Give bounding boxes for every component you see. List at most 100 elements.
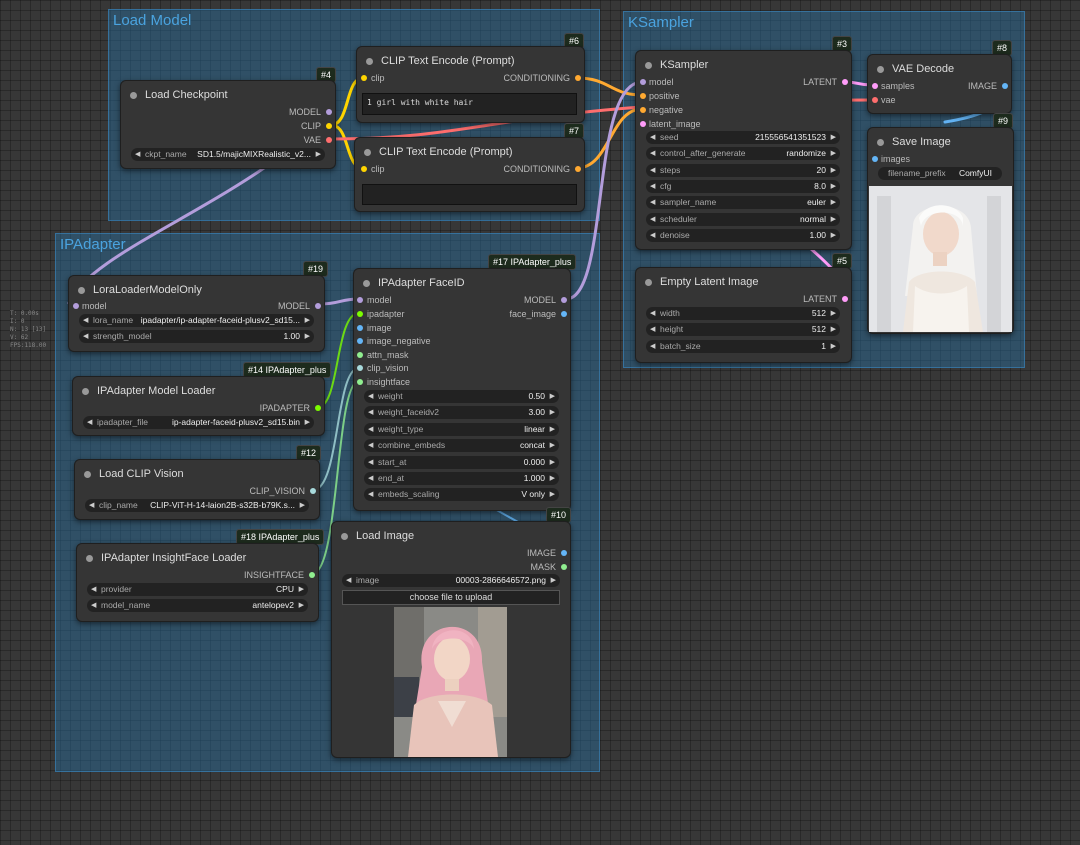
input-model-socket[interactable] — [73, 303, 79, 309]
ipadapter-file-combo[interactable]: ◀ ipadapter_file ip-adapter-faceid-plusv2_… — [83, 416, 314, 429]
output-image-socket[interactable] — [1002, 83, 1008, 89]
collapse-dot[interactable] — [84, 471, 91, 478]
input-image-socket[interactable] — [357, 325, 363, 331]
output-mask-socket[interactable] — [561, 564, 567, 570]
height-widget[interactable]: ◀ height 512 ▶ — [646, 323, 840, 336]
upload-button[interactable]: choose file to upload — [342, 590, 560, 605]
filename-prefix-widget[interactable]: filename_prefix ComfyUI — [878, 167, 1002, 180]
control-after-generate-widget[interactable]: ◀ control_after_generate randomize ▶ — [646, 147, 840, 160]
input-vae-socket[interactable] — [872, 97, 878, 103]
input-attn-mask-socket[interactable] — [357, 352, 363, 358]
output-clip-socket[interactable] — [326, 123, 332, 129]
empty-latent-image-node[interactable]: Empty Latent Image LATENT ◀ width 512 ▶ ◀ he… — [635, 267, 852, 363]
ipadapter-model-loader-node[interactable]: IPAdapter Model Loader IPADAPTER ◀ ipadap… — [72, 376, 325, 436]
denoise-widget[interactable]: ◀ denoise 1.00 ▶ — [646, 229, 840, 242]
batch-size-widget[interactable]: ◀ batch_size 1 ▶ — [646, 340, 840, 353]
provider-combo[interactable]: ◀ provider CPU ▶ — [87, 583, 308, 596]
clip-text-encode-negative-node[interactable]: CLIP Text Encode (Prompt) clip CONDITION… — [354, 137, 585, 212]
collapse-dot[interactable] — [130, 92, 137, 99]
canvas-stats: T: 0.00s I: 0 N: 13 [13] V: 62 FPS:118.0… — [10, 310, 47, 349]
collapse-dot[interactable] — [341, 533, 348, 540]
ipadapter-faceid-node[interactable]: IPAdapter FaceID model ipadapter image i… — [353, 268, 571, 511]
start-at-widget[interactable]: ◀ start_at 0.000 ▶ — [364, 456, 559, 469]
output-conditioning-socket[interactable] — [575, 166, 581, 172]
input-vae-label: vae — [881, 95, 896, 105]
input-clip-socket[interactable] — [361, 75, 367, 81]
input-negative-label: negative — [649, 105, 684, 115]
prompt-textarea[interactable] — [362, 184, 577, 205]
input-images-socket[interactable] — [872, 156, 878, 162]
output-clip-vision-socket[interactable] — [310, 488, 316, 494]
seed-widget[interactable]: ◀ seed 215556541351523 ▶ — [646, 131, 840, 144]
output-latent-socket[interactable] — [842, 79, 848, 85]
steps-widget[interactable]: ◀ steps 20 ▶ — [646, 164, 840, 177]
load-checkpoint-node[interactable]: Load Checkpoint MODEL CLIP VAE ◀ ckpt_na… — [120, 80, 336, 169]
input-clip-vision-socket[interactable] — [357, 365, 363, 371]
input-ipadapter-socket[interactable] — [357, 311, 363, 317]
input-image-negative-socket[interactable] — [357, 338, 363, 344]
input-clip-vision-label: clip_vision — [367, 363, 409, 373]
ipadapter-insightface-loader-node[interactable]: IPAdapter InsightFace Loader INSIGHTFACE… — [76, 543, 319, 622]
vae-decode-node[interactable]: VAE Decode samples vae IMAGE — [867, 54, 1012, 114]
lora-name-combo[interactable]: ◀ lora_name ipadapter/ip-adapter-faceid-pl… — [79, 314, 314, 327]
collapse-dot[interactable] — [877, 139, 884, 146]
collapse-dot[interactable] — [363, 280, 370, 287]
input-samples-socket[interactable] — [872, 83, 878, 89]
input-model-socket[interactable] — [640, 79, 646, 85]
collapse-dot[interactable] — [877, 66, 884, 73]
embeds-scaling-widget[interactable]: ◀ embeds_scaling V only ▶ — [364, 488, 559, 501]
collapse-dot[interactable] — [366, 58, 373, 65]
cfg-widget[interactable]: ◀ cfg 8.0 ▶ — [646, 180, 840, 193]
output-ipadapter-label: IPADAPTER — [259, 403, 310, 413]
arrow-left-icon[interactable]: ◀ — [135, 148, 140, 161]
input-model-socket[interactable] — [357, 297, 363, 303]
collapse-dot[interactable] — [86, 555, 93, 562]
save-image-node[interactable]: Save Image images filename_prefix ComfyU… — [867, 127, 1014, 334]
ckpt-name-combo[interactable]: ◀ ckpt_name SD1.5/majicMIXRealistic_v2..… — [131, 148, 325, 161]
collapse-dot[interactable] — [82, 388, 89, 395]
input-latent-label: latent_image — [649, 119, 701, 129]
ksampler-node[interactable]: KSampler model positive negative latent_… — [635, 50, 852, 250]
sampler-name-widget[interactable]: ◀ sampler_name euler ▶ — [646, 196, 840, 209]
output-clip-vision-label: CLIP_VISION — [249, 486, 305, 496]
output-latent-label: LATENT — [803, 77, 837, 87]
width-widget[interactable]: ◀ width 512 ▶ — [646, 307, 840, 320]
load-image-node[interactable]: Load Image IMAGE MASK ◀ image 00003-286664… — [331, 521, 571, 758]
collapse-dot[interactable] — [78, 287, 85, 294]
load-clip-vision-node[interactable]: Load CLIP Vision CLIP_VISION ◀ clip_name C… — [74, 459, 320, 520]
output-image-socket[interactable] — [561, 550, 567, 556]
output-conditioning-socket[interactable] — [575, 75, 581, 81]
clip-text-encode-positive-node[interactable]: CLIP Text Encode (Prompt) clip CONDITION… — [356, 46, 585, 123]
generated-portrait-image — [869, 186, 1012, 332]
arrow-right-icon[interactable]: ▶ — [316, 148, 321, 161]
scheduler-widget[interactable]: ◀ scheduler normal ▶ — [646, 213, 840, 226]
input-latent-socket[interactable] — [640, 121, 646, 127]
output-model-socket[interactable] — [326, 109, 332, 115]
output-model-socket[interactable] — [561, 297, 567, 303]
combine-embeds-widget[interactable]: ◀ combine_embeds concat ▶ — [364, 439, 559, 452]
collapse-dot[interactable] — [645, 62, 652, 69]
output-model-socket[interactable] — [315, 303, 321, 309]
weight-faceidv2-widget[interactable]: ◀ weight_faceidv2 3.00 ▶ — [364, 406, 559, 419]
collapse-dot[interactable] — [364, 149, 371, 156]
lora-loader-model-only-node[interactable]: LoraLoaderModelOnly model MODEL ◀ lora_na… — [68, 275, 325, 352]
weight-type-widget[interactable]: ◀ weight_type linear ▶ — [364, 423, 559, 436]
image-combo[interactable]: ◀ image 00003-2866646572.png ▶ — [342, 574, 560, 587]
output-vae-socket[interactable] — [326, 137, 332, 143]
input-clip-socket[interactable] — [361, 166, 367, 172]
prompt-textarea[interactable]: 1 girl with white hair — [362, 93, 577, 115]
strength-model-widget[interactable]: ◀ strength_model 1.00 ▶ — [79, 330, 314, 343]
input-negative-socket[interactable] — [640, 107, 646, 113]
output-latent-socket[interactable] — [842, 296, 848, 302]
end-at-widget[interactable]: ◀ end_at 1.000 ▶ — [364, 472, 559, 485]
input-positive-socket[interactable] — [640, 93, 646, 99]
clip-name-combo[interactable]: ◀ clip_name CLIP-ViT-H-14-laion2B-s32B-b79… — [85, 499, 309, 512]
input-insightface-socket[interactable] — [357, 379, 363, 385]
collapse-dot[interactable] — [645, 279, 652, 286]
output-insightface-socket[interactable] — [309, 572, 315, 578]
model-name-combo[interactable]: ◀ model_name antelopev2 ▶ — [87, 599, 308, 612]
output-face-image-socket[interactable] — [561, 311, 567, 317]
output-ipadapter-socket[interactable] — [315, 405, 321, 411]
weight-widget[interactable]: ◀ weight 0.50 ▶ — [364, 390, 559, 403]
input-positive-label: positive — [649, 91, 680, 101]
